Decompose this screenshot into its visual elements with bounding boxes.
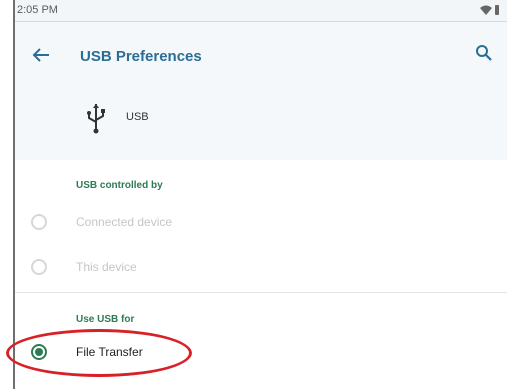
status-bar: 2:05 PM [15,0,507,22]
back-arrow-icon[interactable] [31,46,51,64]
section-header-use-usb-for: Use USB for [76,314,135,325]
usb-icon [85,102,107,134]
app-bar: USB Preferences USB [15,22,507,160]
option-label: File Transfer [76,345,143,359]
divider [15,292,507,293]
page-title: USB Preferences [80,48,202,65]
search-icon[interactable] [475,44,493,62]
status-icons [479,4,501,17]
option-label: Connected device [76,215,173,229]
radio-file-transfer[interactable] [31,344,47,360]
option-connected-device[interactable]: Connected device [15,201,507,245]
section-header-controlled-by: USB controlled by [76,180,163,191]
wifi-icon [480,5,492,15]
option-this-device[interactable]: This device [15,246,507,290]
radio-connected-device[interactable] [31,214,47,230]
option-label: This device [76,260,137,274]
option-file-transfer[interactable]: File Transfer [15,331,507,375]
device-label: USB [126,111,149,123]
battery-icon [495,5,499,15]
screen-frame: 2:05 PM USB Preferences USB USB controll… [13,0,507,389]
radio-this-device[interactable] [31,259,47,275]
status-time: 2:05 PM [17,4,58,16]
